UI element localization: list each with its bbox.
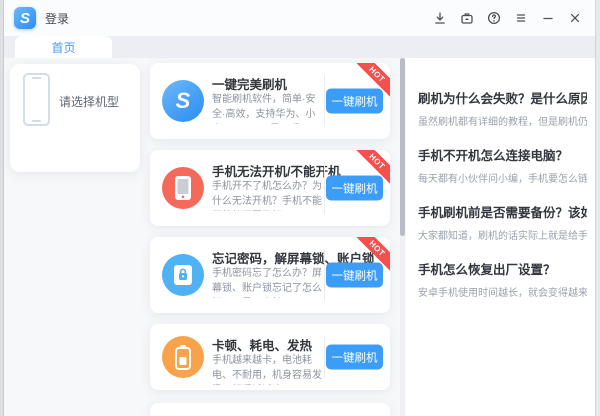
divider xyxy=(324,249,325,301)
cards-scrollbar-thumb[interactable] xyxy=(400,58,405,236)
download-icon[interactable] xyxy=(430,8,450,28)
card-title: 手机无法开机/不能开机 xyxy=(212,161,340,180)
qa-answer: 虽然刷机都有详细的教程，但是刷机仍有... xyxy=(418,113,587,128)
app-logo-letter: S xyxy=(20,10,30,27)
qa-item-backup[interactable]: 手机刷机前是否需要备份？该如何备... 大家都知道，刷机的话实际上就是给手机..… xyxy=(418,202,587,242)
cards-scrollbar xyxy=(400,58,405,416)
login-link[interactable]: 登录 xyxy=(45,10,69,27)
app-logo: S xyxy=(14,7,36,29)
qa-answer: 大家都知道，刷机的话实际上就是给手机... xyxy=(418,227,587,242)
tab-bar: 首页 xyxy=(4,36,595,58)
one-click-flash-button[interactable]: 一键刷机 xyxy=(326,176,383,201)
qa-question: 手机刷机前是否需要备份？该如何备... xyxy=(418,202,587,221)
tab-home-label: 首页 xyxy=(51,39,75,56)
one-click-flash-button[interactable]: 一键刷机 xyxy=(326,89,383,114)
qa-panel: 刷机为什么会失败？是什么原因？ 虽然刷机都有详细的教程，但是刷机仍有... 手机… xyxy=(406,58,595,416)
card-desc: 智能刷机软件，简单·安全·高效，支持华为、小米、vivo、三星、乐... xyxy=(212,92,324,124)
divider xyxy=(324,75,325,127)
card-lag-battery-heat[interactable]: 卡顿、耗电、发热 手机越来越卡，电池耗电、不耐用，机身容易发烫，赶紧试试这...… xyxy=(150,324,390,390)
minimize-icon[interactable] xyxy=(538,8,558,28)
qa-question: 手机怎么恢复出厂设置？ xyxy=(418,259,587,278)
one-click-flash-button[interactable]: 一键刷机 xyxy=(326,263,383,288)
phone-outline-icon xyxy=(23,73,50,126)
qa-answer: 安卓手机使用时间越长，就会变得越来越... xyxy=(418,284,587,299)
device-select-panel[interactable]: 请选择机型 xyxy=(10,64,140,172)
card-desc: 手机越来越卡，电池耗电、不耐用，机身容易发烫，赶紧试试这... xyxy=(212,353,324,385)
help-icon[interactable] xyxy=(484,8,504,28)
card-wont-boot[interactable]: 手机无法开机/不能开机 手机开不了机怎么办？为什么无法开机？手机不能开机的原因及… xyxy=(150,150,390,226)
card-title: 卡顿、耗电、发热 xyxy=(212,335,312,354)
titlebar: S 登录 xyxy=(4,0,595,36)
content-area: 请选择机型 S 一键完美刷机 智能刷机软件，简单·安全·高效，支持华为、小米、v… xyxy=(4,58,595,416)
card-desc: 手机开不了机怎么办？为什么无法开机？手机不能开机的原因及解... xyxy=(212,179,324,211)
battery-icon xyxy=(162,336,204,378)
background-window-edge-right xyxy=(595,0,600,416)
qa-item-flash-fail[interactable]: 刷机为什么会失败？是什么原因？ 虽然刷机都有详细的教程，但是刷机仍有... xyxy=(418,88,587,128)
card-forgot-password[interactable]: 忘记密码，解屏幕锁、账户锁 手机密码忘了怎么办？屏幕锁、账户锁忘记了怎么解？只需… xyxy=(150,237,390,313)
card-title: 一键完美刷机 xyxy=(212,74,287,93)
qa-question: 刷机为什么会失败？是什么原因？ xyxy=(418,88,587,107)
card-partial[interactable] xyxy=(150,403,390,416)
background-window-edge-left xyxy=(0,0,4,416)
qa-answer: 每天都有小伙伴问小编，手机要怎么链接... xyxy=(418,170,587,185)
window-controls xyxy=(430,8,585,28)
one-click-flash-button[interactable]: 一键刷机 xyxy=(326,345,383,370)
close-icon[interactable] xyxy=(565,8,585,28)
qa-item-connect-pc[interactable]: 手机不开机怎么连接电脑？ 每天都有小伙伴问小编，手机要怎么链接... xyxy=(418,145,587,185)
toolbox-icon[interactable] xyxy=(457,8,477,28)
qa-item-factory-reset[interactable]: 手机怎么恢复出厂设置？ 安卓手机使用时间越长，就会变得越来越... xyxy=(418,259,587,299)
phone-icon xyxy=(162,167,204,209)
menu-icon[interactable] xyxy=(511,8,531,28)
divider xyxy=(324,162,325,214)
device-select-label: 请选择机型 xyxy=(59,93,119,110)
s-logo-icon: S xyxy=(162,80,204,122)
tab-home[interactable]: 首页 xyxy=(15,36,112,58)
card-perfect-flash[interactable]: S 一键完美刷机 智能刷机软件，简单·安全·高效，支持华为、小米、vivo、三星… xyxy=(150,63,390,139)
card-desc: 手机密码忘了怎么办？屏幕锁、账户锁忘记了怎么解？只需两步就... xyxy=(212,266,324,298)
qa-question: 手机不开机怎么连接电脑？ xyxy=(418,145,587,164)
phone-lock-icon xyxy=(162,254,204,296)
divider xyxy=(324,336,325,378)
